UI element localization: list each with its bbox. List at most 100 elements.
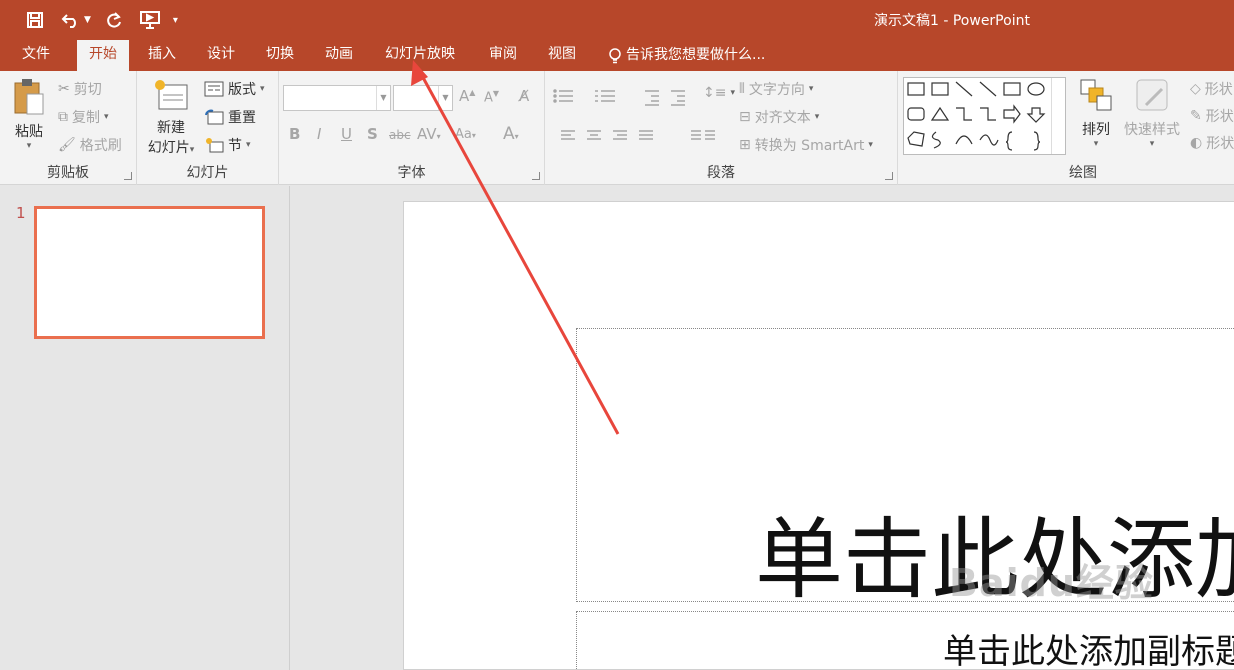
new-slide-label-1: 新建 xyxy=(157,120,185,136)
tab-animations[interactable]: 动画 xyxy=(313,40,365,71)
shape-outline-button[interactable]: ✎ 形状 xyxy=(1190,106,1234,126)
font-color-icon[interactable]: A▾ xyxy=(503,124,519,144)
tab-review[interactable]: 审阅 xyxy=(477,40,529,71)
font-name-dropdown-icon[interactable]: ▼ xyxy=(376,86,390,110)
subtitle-placeholder[interactable]: 单击此处添加副标题 xyxy=(576,611,1234,670)
shape-fill-label: 形状 xyxy=(1204,82,1233,98)
save-icon[interactable] xyxy=(22,8,48,32)
tell-me-box[interactable]: 告诉我您想要做什么... xyxy=(596,40,777,71)
character-spacing-icon[interactable]: AV▾ xyxy=(417,125,441,143)
paintbrush-icon: 🖌 xyxy=(58,137,76,153)
tab-design[interactable]: 设计 xyxy=(195,40,247,71)
clipboard-launcher-icon[interactable] xyxy=(124,172,132,180)
align-text-dropdown-icon: ▾ xyxy=(814,112,820,122)
text-direction-label: 文字方向 xyxy=(748,82,805,98)
shapes-gallery[interactable] xyxy=(903,77,1066,155)
shape-fill-button[interactable]: ◇ 形状 xyxy=(1190,79,1233,99)
increase-font-icon[interactable]: A▲ xyxy=(459,87,475,105)
group-slides: 新建 幻灯片▾ 版式 ▾ 重置 节 ▾ 幻灯片 xyxy=(137,71,279,185)
window-title: 演示文稿1 - PowerPoint xyxy=(874,13,1030,29)
tab-transitions[interactable]: 切换 xyxy=(254,40,306,71)
new-slide-button[interactable]: 新建 幻灯片▾ xyxy=(141,77,201,157)
font-size-box[interactable]: ▼ xyxy=(393,85,453,111)
reset-icon xyxy=(205,109,224,125)
reset-button[interactable]: 重置 xyxy=(204,107,256,127)
group-label-paragraph: 段落 xyxy=(707,165,735,181)
shape-effects-button[interactable]: ◐ 形状 xyxy=(1190,133,1234,153)
slide-canvas[interactable]: 单击此处添加 单击此处添加副标题 Baidu经验 xyxy=(403,201,1234,670)
redo-icon[interactable] xyxy=(101,8,127,32)
tab-insert[interactable]: 插入 xyxy=(136,40,188,71)
decrease-font-icon[interactable]: A▼ xyxy=(484,89,499,105)
shadow-icon[interactable]: S xyxy=(367,125,378,143)
customize-qat-icon[interactable]: ▾ xyxy=(173,15,178,26)
clear-formatting-icon[interactable]: A̸ xyxy=(519,87,529,105)
line-spacing-icon[interactable]: ↕≡ ▾ xyxy=(703,85,735,101)
tab-slide-show[interactable]: 幻灯片放映 xyxy=(373,40,467,71)
paste-label: 粘贴 xyxy=(15,124,43,140)
lightbulb-icon xyxy=(609,47,621,63)
section-button[interactable]: 节 ▾ xyxy=(204,135,251,155)
align-text-icon: ⊟ xyxy=(739,109,751,125)
cut-button[interactable]: ✂ 剪切 xyxy=(58,79,102,99)
title-bar: ▼ ▾ 演示文稿1 - PowerPoint xyxy=(0,0,1234,40)
section-dropdown-icon: ▾ xyxy=(246,140,251,150)
align-text-button[interactable]: ⊟ 对齐文本 ▾ xyxy=(739,107,819,127)
ribbon-tabs: 文件 开始 插入 设计 切换 动画 幻灯片放映 审阅 视图 告诉我您想要做什么.… xyxy=(0,40,1234,71)
reset-label: 重置 xyxy=(228,110,256,126)
change-case-icon[interactable]: Aa▾ xyxy=(455,127,476,142)
arrange-button[interactable]: 排列 ▾ xyxy=(1074,77,1118,149)
group-paragraph: ↕≡ ▾ ⫴ 文字方向 ▾ ⊟ 对齐文本 ▾ ⊞ 转换为 SmartArt ▾ 段… xyxy=(545,71,898,185)
font-launcher-icon[interactable] xyxy=(532,172,540,180)
tab-view[interactable]: 视图 xyxy=(536,40,588,71)
bold-icon[interactable]: B xyxy=(289,125,300,143)
tab-file[interactable]: 文件 xyxy=(10,40,62,71)
undo-dropdown-icon[interactable]: ▼ xyxy=(84,15,91,25)
shapes-gallery-icons xyxy=(907,81,1046,151)
format-painter-label: 格式刷 xyxy=(79,138,122,154)
font-name-box[interactable]: ▼ xyxy=(283,85,391,111)
copy-label: 复制 xyxy=(72,110,100,126)
underline-icon[interactable]: U xyxy=(341,125,352,143)
ribbon: 粘贴 ▾ ✂ 剪切 ⧉ 复制 ▾ 🖌 格式刷 剪贴板 新建 幻灯片▾ 版式 ▾ … xyxy=(0,71,1234,185)
font-size-dropdown-icon[interactable]: ▼ xyxy=(438,86,452,110)
layout-label: 版式 xyxy=(228,82,256,98)
group-clipboard: 粘贴 ▾ ✂ 剪切 ⧉ 复制 ▾ 🖌 格式刷 剪贴板 xyxy=(0,71,137,185)
workspace: 1 单击此处添加 单击此处添加副标题 Baidu经验 xyxy=(0,186,1234,670)
shapes-gallery-scrollbar[interactable] xyxy=(1051,78,1065,154)
start-from-beginning-icon[interactable] xyxy=(137,8,163,32)
shape-effects-label: 形状 xyxy=(1206,136,1234,152)
undo-icon[interactable] xyxy=(58,8,84,32)
text-direction-icon: ⫴ xyxy=(739,81,745,97)
copy-button[interactable]: ⧉ 复制 ▾ xyxy=(58,107,109,127)
convert-smartart-button[interactable]: ⊞ 转换为 SmartArt ▾ xyxy=(739,135,873,155)
paste-button[interactable]: 粘贴 ▾ xyxy=(8,77,50,151)
arrange-icon xyxy=(1080,79,1112,111)
strikethrough-icon[interactable]: abc xyxy=(389,128,411,142)
slides-pane: 1 xyxy=(0,186,290,670)
layout-icon xyxy=(204,81,224,97)
copy-dropdown-icon: ▾ xyxy=(104,112,109,122)
slide-thumbnail[interactable] xyxy=(34,206,265,339)
tab-home[interactable]: 开始 xyxy=(77,40,129,71)
text-direction-button[interactable]: ⫴ 文字方向 ▾ xyxy=(739,79,813,99)
group-label-clipboard: 剪贴板 xyxy=(47,165,89,181)
align-text-label: 对齐文本 xyxy=(754,110,811,126)
group-label-slides: 幻灯片 xyxy=(186,165,229,181)
quick-styles-button[interactable]: 快速样式 ▾ xyxy=(1120,77,1184,149)
text-direction-dropdown-icon: ▾ xyxy=(808,84,814,94)
shape-outline-label: 形状 xyxy=(1205,109,1234,125)
effects-icon: ◐ xyxy=(1190,135,1203,151)
quick-styles-icon xyxy=(1136,79,1168,111)
paragraph-launcher-icon[interactable] xyxy=(885,172,893,180)
italic-icon[interactable]: I xyxy=(317,125,321,143)
smartart-icon: ⊞ xyxy=(739,137,751,153)
arrange-dropdown-icon: ▾ xyxy=(1093,139,1099,149)
format-painter-button[interactable]: 🖌 格式刷 xyxy=(58,135,122,155)
group-drawing: 排列 ▾ 快速样式 ▾ ◇ 形状 ✎ 形状 ◐ 形状 绘图 xyxy=(898,71,1234,185)
quick-styles-dropdown-icon: ▾ xyxy=(1149,139,1155,149)
layout-button[interactable]: 版式 ▾ xyxy=(204,79,265,99)
slide-number: 1 xyxy=(16,204,26,222)
tell-me-text: 告诉我您想要做什么... xyxy=(626,47,766,63)
section-icon xyxy=(206,138,224,153)
